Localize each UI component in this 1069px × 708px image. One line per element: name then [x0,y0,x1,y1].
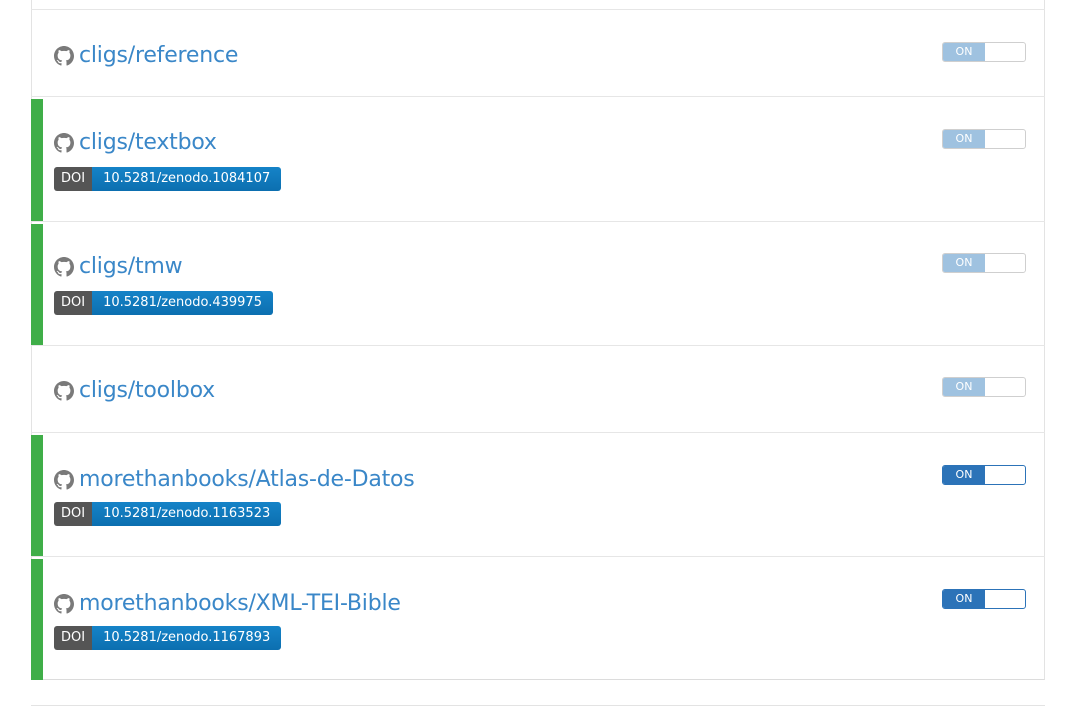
toggle-on-label: ON [943,590,985,608]
doi-badge[interactable]: DOI 10.5281/zenodo.1167893 [54,626,282,650]
repo-link[interactable]: cligs/tmw [79,254,183,279]
toggle-on-label: ON [943,43,985,61]
doi-badge-value: 10.5281/zenodo.1167893 [92,626,282,650]
repo-row-atlas-de-datos: morethanbooks/Atlas-de-Datos DOI 10.5281… [31,432,1045,556]
repo-row-cligs-toolbox: cligs/toolbox ON [31,345,1045,432]
repo-title: cligs/textbox [54,130,217,155]
repo-toggle-switch[interactable]: ON [942,377,1026,397]
toggle-on-label: ON [943,378,985,396]
repo-toggle-switch[interactable]: ON [942,42,1026,62]
github-icon [54,256,74,277]
repo-title: cligs/reference [54,43,238,68]
doi-badge-value: 10.5281/zenodo.1084107 [92,167,282,191]
toggle-on-label: ON [943,254,985,272]
doi-badge[interactable]: DOI 10.5281/zenodo.439975 [54,291,273,315]
repo-title: cligs/tmw [54,254,183,279]
toggle-on-label: ON [943,130,985,148]
doi-badge-label: DOI [54,167,93,191]
repo-title: cligs/toolbox [54,378,215,403]
doi-badge-value: 10.5281/zenodo.439975 [92,291,273,315]
doi-badge-label: DOI [54,626,93,650]
repo-row-xml-tei-bible: morethanbooks/XML-TEI-Bible DOI 10.5281/… [31,556,1045,680]
repo-row-cligs-textbox: cligs/textbox DOI 10.5281/zenodo.1084107… [31,96,1045,221]
github-icon [54,593,74,614]
github-icon [54,469,74,490]
repo-row-cligs-reference: cligs/reference ON [31,9,1045,96]
doi-badge[interactable]: DOI 10.5281/zenodo.1084107 [54,167,282,191]
repo-link[interactable]: morethanbooks/XML-TEI-Bible [79,591,401,616]
repo-toggle-switch[interactable]: ON [942,253,1026,273]
doi-badge-label: DOI [54,502,93,526]
doi-badge-value: 10.5281/zenodo.1163523 [92,502,282,526]
repo-toggle-switch[interactable]: ON [942,129,1026,149]
doi-badge-label: DOI [54,291,93,315]
repo-link[interactable]: cligs/toolbox [79,378,215,403]
repo-toggle-switch[interactable]: ON [942,589,1026,609]
repo-title: morethanbooks/Atlas-de-Datos [54,467,415,492]
toggle-on-label: ON [943,466,985,484]
repo-row-cligs-tmw: cligs/tmw DOI 10.5281/zenodo.439975 ON [31,221,1045,345]
repo-link[interactable]: cligs/reference [79,43,238,68]
repo-link[interactable]: morethanbooks/Atlas-de-Datos [79,467,415,492]
github-icon [54,132,74,153]
repo-title: morethanbooks/XML-TEI-Bible [54,591,401,616]
github-icon [54,380,74,401]
doi-badge[interactable]: DOI 10.5281/zenodo.1163523 [54,502,282,526]
github-icon [54,45,74,66]
repo-link[interactable]: cligs/textbox [79,130,217,155]
repo-toggle-switch[interactable]: ON [942,465,1026,485]
